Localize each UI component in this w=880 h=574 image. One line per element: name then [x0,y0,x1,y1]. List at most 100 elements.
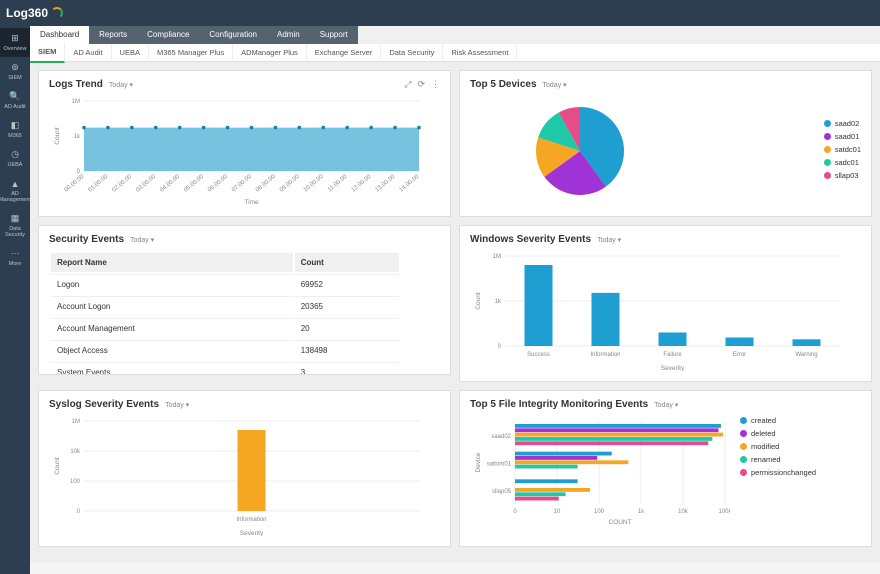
svg-text:Time: Time [244,199,259,206]
legend-dot-icon [824,172,831,179]
legend-dot-icon [740,443,747,450]
tab-configuration[interactable]: Configuration [199,26,267,44]
table-row[interactable]: Logon69952 [51,274,399,294]
card-syslog-severity: Syslog Severity EventsToday ▾ 010010k1MI… [38,390,451,547]
sidebar-item-siem[interactable]: ⊚SIEM [0,57,30,86]
card-title-text: Top 5 Devices [470,79,537,90]
subtab-risk-assessment[interactable]: Risk Assessment [443,44,517,62]
card-win-severity: Windows Severity EventsToday ▾ 01k1MSucc… [459,225,872,382]
legend-label: modified [751,442,779,451]
svg-text:08.00.00: 08.00.00 [255,174,277,194]
svg-text:12.00.00: 12.00.00 [351,174,373,194]
svg-text:100: 100 [594,509,605,515]
svg-text:02.00.00: 02.00.00 [111,174,133,194]
legend-item: sadc01 [824,158,861,167]
svg-text:100k: 100k [718,509,730,515]
sidebar-icon: ⋯ [10,248,21,259]
svg-text:0: 0 [498,344,502,350]
svg-text:COUNT: COUNT [608,519,631,526]
legend-dot-icon [824,146,831,153]
legend-label: sllap03 [835,171,859,180]
subtab-ad-audit[interactable]: AD Audit [65,44,111,62]
table-cell: 20365 [295,296,399,316]
table-header: Report Name [51,253,293,272]
tab-compliance[interactable]: Compliance [137,26,199,44]
pie-legend: saad02saad01satdc01sadc01sllap03 [824,119,861,184]
subtab-data-security[interactable]: Data Security [381,44,443,62]
tab-admin[interactable]: Admin [267,26,310,44]
svg-text:07.00.00: 07.00.00 [231,174,253,194]
card-security-events: Security Events Today ▾ Report NameCountL… [38,225,451,375]
sidebar-item-more[interactable]: ⋯ More [0,243,30,272]
svg-text:saad02: saad02 [491,434,511,440]
brand-logo: Log360 [6,6,63,20]
today-dropdown[interactable]: Today ▾ [543,81,567,89]
svg-text:06.00.00: 06.00.00 [207,174,229,194]
refresh-icon[interactable]: ⟳ [417,79,425,90]
legend-dot-icon [740,417,747,424]
card-title-text: Windows Severity Events [470,234,591,245]
subtab-admanager-plus[interactable]: ADManager Plus [233,44,307,62]
svg-text:Error: Error [733,352,746,358]
legend-label: saad01 [835,132,860,141]
subtab-exchange-server[interactable]: Exchange Server [307,44,382,62]
svg-text:Information: Information [590,352,620,358]
tab-reports[interactable]: Reports [89,26,137,44]
more-icon[interactable]: ⋮ [431,79,440,90]
sidebar-item-overview[interactable]: ⊞Overview [0,28,30,57]
dashboard-content: Logs TrendToday ▾ ⤢ ⟳ ⋮ 01k1M00.00.0001.… [30,62,880,563]
legend-dot-icon [740,456,747,463]
card-title-text: Security Events [49,234,124,245]
svg-text:03.00.00: 03.00.00 [135,174,157,194]
table-cell: 3 [295,362,399,375]
sidebar-label: AD Audit [4,104,25,110]
sidebar-icon: ▦ [10,213,21,224]
legend-item: saad01 [824,132,861,141]
svg-text:14.00.00: 14.00.00 [399,174,421,194]
svg-text:10k: 10k [678,509,689,515]
table-cell: Account Logon [51,296,293,316]
today-dropdown[interactable]: Today ▾ [130,236,154,244]
svg-text:0: 0 [77,509,81,515]
sidebar-item-ad-management[interactable]: ▲AD Management [0,173,30,208]
expand-icon[interactable]: ⤢ [404,79,411,90]
security-events-table: Report NameCountLogon69952Account Logon2… [49,251,401,375]
svg-text:13.00.00: 13.00.00 [375,174,397,194]
table-row[interactable]: Account Logon20365 [51,296,399,316]
legend-label: sadc01 [835,158,859,167]
sidebar-label: UEBA [8,162,23,168]
tab-dashboard[interactable]: Dashboard [30,26,89,44]
legend-label: created [751,416,776,425]
tab-support[interactable]: Support [310,26,358,44]
svg-text:0: 0 [513,509,517,515]
table-row[interactable]: System Events3 [51,362,399,375]
sidebar-item-ueba[interactable]: ◷UEBA [0,144,30,173]
fim-chart: 0101001k10k100ksaad02saitom01sllap05COUN… [470,416,730,526]
sidebar: ⊞Overview⊚SIEM🔍AD Audit◧M365◷UEBA▲AD Man… [0,26,30,574]
legend-dot-icon [740,469,747,476]
sidebar-label: More [9,261,22,267]
table-row[interactable]: Object Access138498 [51,340,399,360]
top5-devices-chart [470,96,650,206]
table-row[interactable]: Account Management20 [51,318,399,338]
sidebar-item-m365[interactable]: ◧M365 [0,115,30,144]
sidebar-label: AD Management [0,191,31,203]
card-title-text: Syslog Severity Events [49,399,159,410]
today-dropdown[interactable]: Today ▾ [165,401,189,409]
legend-label: renamed [751,455,781,464]
subtab-m365-manager-plus[interactable]: M365 Manager Plus [149,44,233,62]
svg-text:09.00.00: 09.00.00 [279,174,301,194]
svg-text:1k: 1k [495,299,502,305]
today-dropdown[interactable]: Today ▾ [597,236,621,244]
sidebar-item-ad-audit[interactable]: 🔍AD Audit [0,86,30,115]
svg-text:sllap05: sllap05 [492,489,512,495]
today-dropdown[interactable]: Today ▾ [109,81,133,89]
table-cell: 138498 [295,340,399,360]
sidebar-item-data-security[interactable]: ▦Data Security [0,208,30,243]
secondary-tabs: SIEMAD AuditUEBAM365 Manager PlusADManag… [30,44,880,62]
legend-item: renamed [740,455,816,464]
today-dropdown[interactable]: Today ▾ [654,401,678,409]
subtab-ueba[interactable]: UEBA [112,44,149,62]
table-cell: 69952 [295,274,399,294]
subtab-siem[interactable]: SIEM [30,43,65,63]
